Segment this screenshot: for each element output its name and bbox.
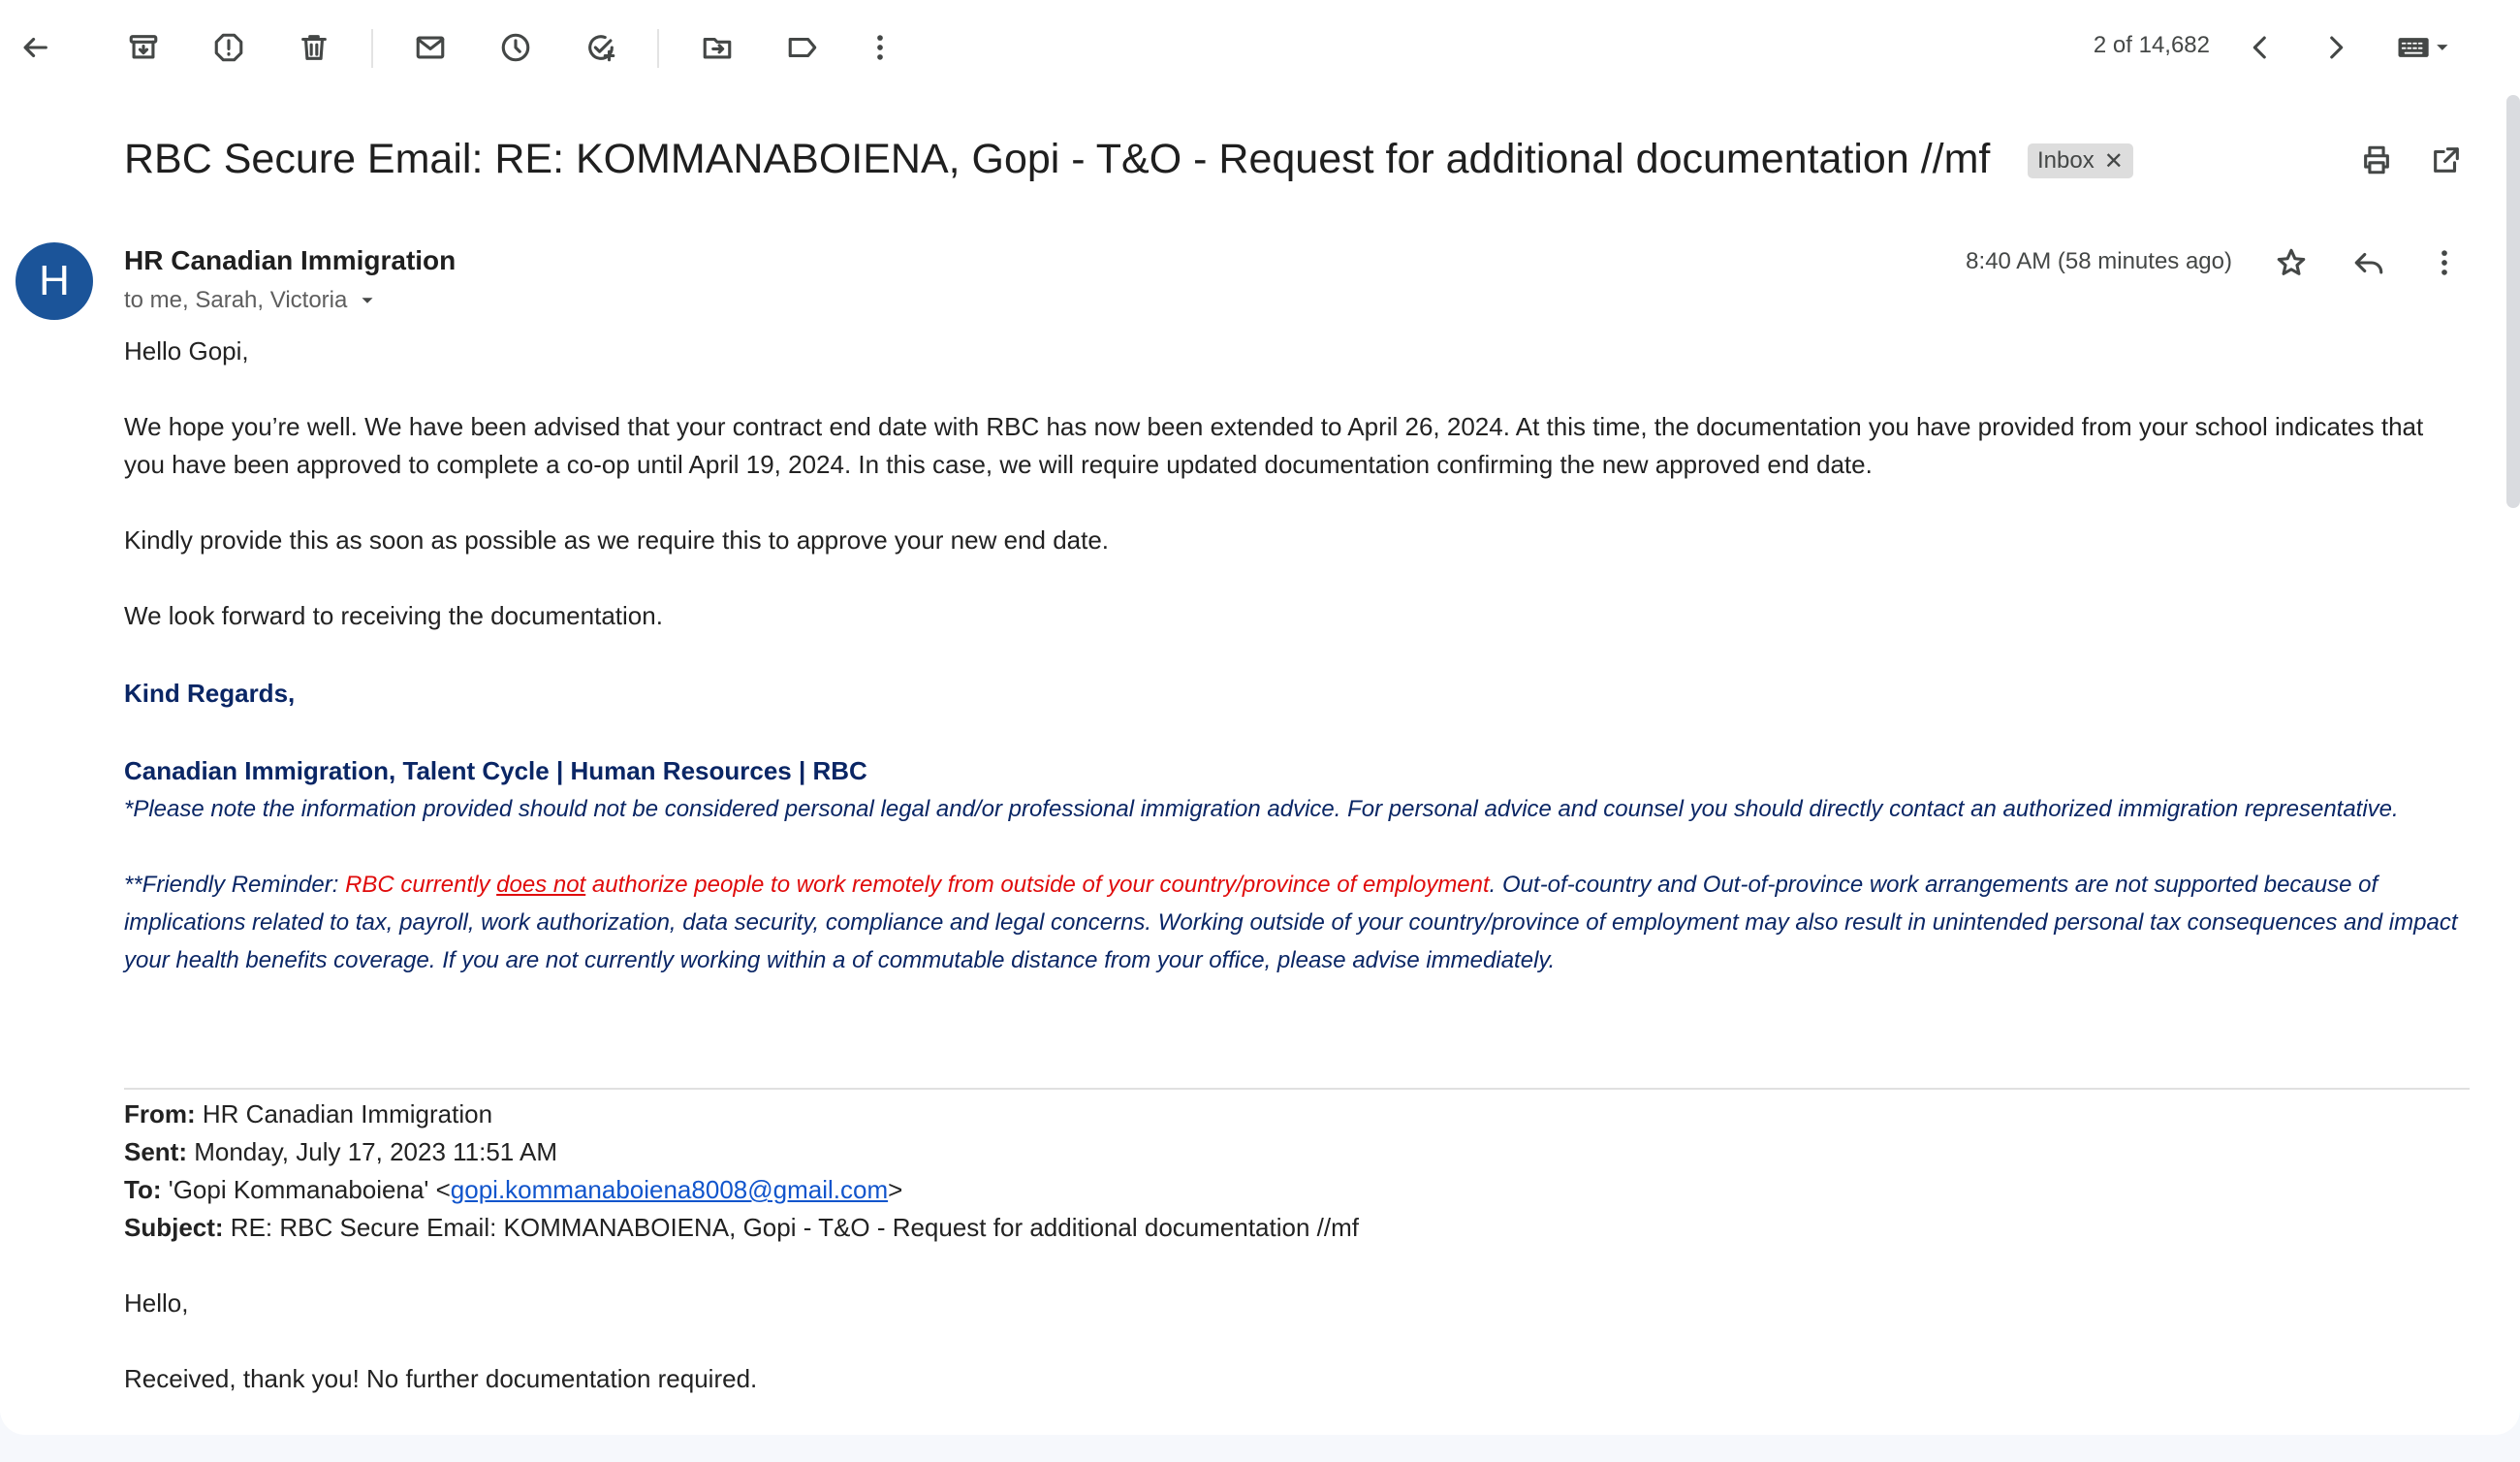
back-button[interactable] [12, 24, 58, 71]
mark-unread-button[interactable] [407, 24, 454, 71]
open-in-new-window-icon [2434, 147, 2459, 173]
more-options-button[interactable] [857, 24, 903, 71]
pagination-count: 2 of 14,682 [2093, 32, 2210, 58]
label-badge-text: Inbox [2037, 147, 2095, 174]
quoted-subject: Subject: RE: RBC Secure Email: KOMMANABO… [124, 1209, 2470, 1247]
quoted-to-label: To: [124, 1175, 162, 1204]
chevron-left-icon [2252, 36, 2266, 59]
delete-button[interactable] [291, 24, 337, 71]
snooze-button[interactable] [492, 24, 539, 71]
friendly-reminder: **Friendly Reminder: RBC currently does … [124, 866, 2470, 979]
disclaimer: *Please note the information provided sh… [124, 796, 2399, 822]
chevron-right-icon [2330, 36, 2344, 59]
archive-button[interactable] [120, 24, 167, 71]
keyboard-icon [2398, 38, 2448, 57]
quoted-subject-value: RE: RBC Secure Email: KOMMANABOIENA, Gop… [223, 1213, 1359, 1242]
mark-unread-icon [416, 36, 445, 59]
label-icon [788, 37, 817, 58]
reminder-red-text: authorize people to work remotely from o… [585, 872, 1490, 898]
delete-icon [301, 35, 327, 60]
toolbar-divider [371, 29, 373, 68]
add-task-icon [588, 35, 615, 62]
quoted-sent: Sent: Monday, July 17, 2023 11:51 AM [124, 1133, 2470, 1171]
reminder-prefix: **Friendly Reminder: [124, 872, 346, 898]
open-in-new-window-button[interactable] [2423, 137, 2470, 183]
body-paragraph: We look forward to receiving the documen… [124, 601, 663, 630]
body-paragraph: Kindly provide this as soon as possible … [124, 525, 1110, 555]
email-subject: RBC Secure Email: RE: KOMMANABOIENA, Gop… [124, 136, 1991, 182]
signature-line: Canadian Immigration, Talent Cycle | Hum… [124, 756, 867, 785]
message-body: Hello Gopi, We hope you’re well. We have… [124, 333, 2470, 1398]
move-to-button[interactable] [694, 24, 740, 71]
recipients-text: to me, Sarah, Victoria [124, 287, 348, 313]
quoted-sent-label: Sent: [124, 1137, 187, 1166]
label-badge-inbox[interactable]: Inbox ✕ [2028, 143, 2133, 178]
input-tools-button[interactable] [2384, 24, 2462, 71]
quoted-to-suffix: > [888, 1175, 903, 1204]
print-icon [2364, 145, 2389, 175]
star-icon [2277, 248, 2306, 275]
message-timestamp: 8:40 AM (58 minutes ago) [1966, 248, 2232, 274]
quoted-body-line: Received, thank you! No further document… [124, 1364, 758, 1393]
avatar[interactable]: H [16, 242, 93, 320]
greeting: Hello Gopi, [124, 336, 249, 366]
add-task-button[interactable] [578, 24, 624, 71]
reply-button[interactable] [2346, 239, 2392, 286]
quoted-from-label: From: [124, 1099, 196, 1128]
body-paragraph: We hope you’re well. We have been advise… [124, 412, 2424, 479]
reply-icon [2354, 252, 2383, 274]
quoted-sent-value: Monday, July 17, 2023 11:51 AM [187, 1137, 558, 1166]
back-arrow-icon [23, 37, 47, 58]
more-vert-icon [2441, 250, 2447, 275]
archive-icon [129, 35, 158, 59]
reminder-emphasis: does not [496, 872, 586, 898]
scrollbar-thumb[interactable] [2506, 95, 2520, 508]
quoted-to-prefix: 'Gopi Kommanaboiena' < [161, 1175, 451, 1204]
quoted-subject-label: Subject: [124, 1213, 224, 1242]
toolbar-divider [657, 29, 659, 68]
caret-down-icon[interactable] [357, 290, 378, 311]
quoted-from: From: HR Canadian Immigration [124, 1096, 2470, 1133]
quoted-greeting: Hello, [124, 1288, 189, 1318]
sender-name[interactable]: HR Canadian Immigration [124, 245, 456, 276]
recipients[interactable]: to me, Sarah, Victoria [124, 287, 378, 314]
star-button[interactable] [2268, 239, 2315, 286]
older-button[interactable] [2313, 24, 2359, 71]
reminder-red-text: RBC currently [345, 872, 497, 898]
kind-regards: Kind Regards, [124, 679, 296, 708]
print-all-button[interactable] [2353, 137, 2400, 183]
email-view: 2 of 14,682 RBC Secure Email: RE: KOMMAN… [0, 0, 2520, 1435]
remove-label-icon[interactable]: ✕ [2104, 147, 2124, 175]
snooze-icon [501, 33, 530, 62]
quoted-to: To: 'Gopi Kommanaboiena' <gopi.kommanabo… [124, 1171, 2470, 1209]
quoted-to-email-link[interactable]: gopi.kommanaboiena8008@gmail.com [451, 1175, 888, 1204]
quoted-from-value: HR Canadian Immigration [195, 1099, 493, 1128]
move-to-icon [703, 37, 732, 59]
report-spam-button[interactable] [205, 24, 252, 71]
newer-button[interactable] [2237, 24, 2284, 71]
quote-divider [124, 1088, 2470, 1090]
message-more-button[interactable] [2421, 239, 2468, 286]
labels-button[interactable] [779, 24, 826, 71]
more-vert-icon [877, 35, 883, 60]
report-spam-icon [214, 33, 243, 62]
